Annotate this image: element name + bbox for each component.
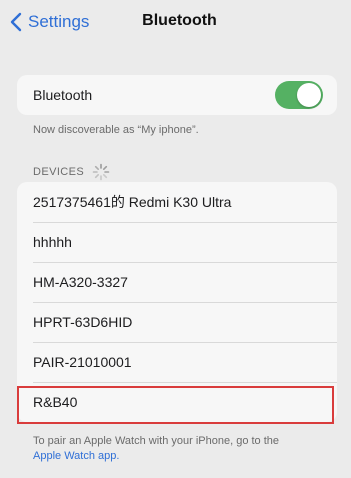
device-row[interactable]: 2517375461的 Redmi K30 Ultra xyxy=(17,182,337,222)
apple-watch-note: To pair an Apple Watch with your iPhone,… xyxy=(33,434,279,464)
navigation-bar: Settings Bluetooth xyxy=(0,0,351,44)
device-row[interactable]: R&B40 xyxy=(17,382,337,422)
devices-header-label: DEVICES xyxy=(33,166,85,178)
device-name: R&B40 xyxy=(33,394,78,410)
apple-watch-app-link[interactable]: Apple Watch app. xyxy=(33,449,279,464)
bluetooth-toggle[interactable] xyxy=(275,81,323,109)
device-name: PAIR-21010001 xyxy=(33,354,132,370)
device-name: HPRT-63D6HID xyxy=(33,314,133,330)
device-row[interactable]: hhhhh xyxy=(17,222,337,262)
device-row[interactable]: HM-A320-3327 xyxy=(17,262,337,302)
device-name: HM-A320-3327 xyxy=(33,274,128,290)
apple-watch-note-text: To pair an Apple Watch with your iPhone,… xyxy=(33,435,280,447)
bluetooth-label: Bluetooth xyxy=(33,87,93,103)
devices-list: 2517375461的 Redmi K30 Ultra hhhhh HM-A32… xyxy=(17,182,337,422)
device-row[interactable]: HPRT-63D6HID xyxy=(17,302,337,342)
bluetooth-row: Bluetooth xyxy=(17,75,337,115)
device-name: hhhhh xyxy=(33,234,72,250)
devices-header: DEVICES xyxy=(33,163,110,181)
device-row[interactable]: PAIR-21010001 xyxy=(17,342,337,382)
device-name: 2517375461的 Redmi K30 Ultra xyxy=(33,194,232,210)
spinner-icon xyxy=(92,163,110,181)
toggle-knob xyxy=(297,83,321,107)
discoverable-note: Now discoverable as “My iphone”. xyxy=(33,124,199,136)
page-title: Bluetooth xyxy=(142,12,217,29)
bluetooth-group: Bluetooth xyxy=(17,75,337,115)
